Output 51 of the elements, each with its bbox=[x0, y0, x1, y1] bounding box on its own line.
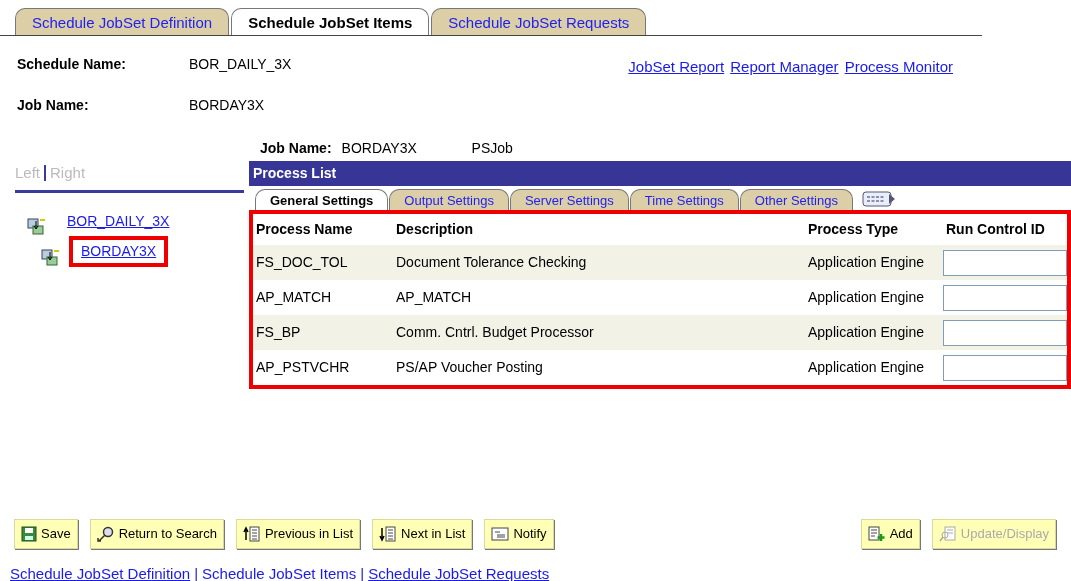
field-value: BORDAY3X bbox=[189, 95, 265, 115]
search-button[interactable]: Return to Search bbox=[89, 519, 224, 549]
process-list-header: Process List bbox=[249, 160, 1071, 186]
table-cell: Document Tolerance Checking bbox=[393, 245, 805, 280]
notify-button[interactable]: Notify bbox=[484, 519, 554, 549]
tab[interactable]: Time Settings bbox=[629, 188, 739, 210]
job-tree-icon bbox=[27, 218, 47, 236]
tree-node-link[interactable]: BOR_DAILY_3X bbox=[55, 207, 182, 236]
job-type: PSJob bbox=[471, 138, 513, 158]
down-arrow-list-icon bbox=[379, 526, 398, 542]
field-label: Schedule Name: bbox=[17, 54, 127, 74]
job-tree-icon bbox=[41, 249, 61, 267]
job-label: Job Name: bbox=[260, 138, 332, 158]
envelope-icon bbox=[491, 527, 510, 541]
save-button[interactable]: Save bbox=[14, 519, 78, 549]
tree-node-link[interactable]: BORDAY3X bbox=[69, 236, 169, 267]
table-cell: Application Engine bbox=[805, 245, 943, 280]
tab[interactable]: General Settings bbox=[255, 188, 389, 210]
magnifier-icon bbox=[96, 526, 115, 542]
tab[interactable]: Schedule JobSet Items bbox=[231, 8, 430, 35]
up-arrow-list-icon bbox=[242, 526, 261, 542]
previous-button[interactable]: Previous in List bbox=[235, 519, 361, 549]
header-link[interactable]: Process Monitor bbox=[844, 55, 953, 116]
column-header: Process Name bbox=[255, 220, 354, 239]
table-cell: FS_BP bbox=[253, 315, 393, 350]
field-label: Job Name: bbox=[17, 95, 90, 115]
run-control-input[interactable] bbox=[943, 354, 1067, 381]
run-control-input[interactable] bbox=[943, 284, 1067, 311]
table-cell: Application Engine bbox=[805, 315, 943, 350]
next-button[interactable]: Next in List bbox=[372, 519, 473, 549]
column-header: Process Type bbox=[807, 220, 899, 239]
column-header: Run Control ID bbox=[945, 220, 1046, 239]
table-cell: Comm. Cntrl. Budget Processor bbox=[393, 315, 805, 350]
header-link[interactable]: JobSet Report bbox=[628, 55, 725, 116]
tab[interactable]: Server Settings bbox=[509, 188, 629, 210]
add-page-icon bbox=[867, 526, 886, 542]
job-value: BORDAY3X bbox=[341, 138, 418, 158]
field-value: BOR_DAILY_3X bbox=[189, 54, 292, 74]
add-button[interactable]: Add bbox=[860, 519, 920, 549]
footer-link[interactable]: Schedule JobSet Definition bbox=[10, 563, 191, 581]
show-all-tabs-icon[interactable] bbox=[861, 190, 896, 208]
tab[interactable]: Other Settings bbox=[739, 188, 853, 210]
tab[interactable]: Output Settings bbox=[389, 188, 509, 210]
column-header: Description bbox=[395, 220, 474, 239]
page-magnifier-icon bbox=[938, 526, 957, 542]
header-link[interactable]: Report Manager bbox=[730, 55, 839, 116]
tab[interactable]: Schedule JobSet Requests bbox=[431, 8, 647, 35]
run-control-input[interactable] bbox=[943, 249, 1067, 276]
tab[interactable]: Schedule JobSet Definition bbox=[15, 8, 230, 35]
table-cell: FS_DOC_TOL bbox=[253, 245, 393, 280]
run-control-input[interactable] bbox=[943, 319, 1067, 346]
